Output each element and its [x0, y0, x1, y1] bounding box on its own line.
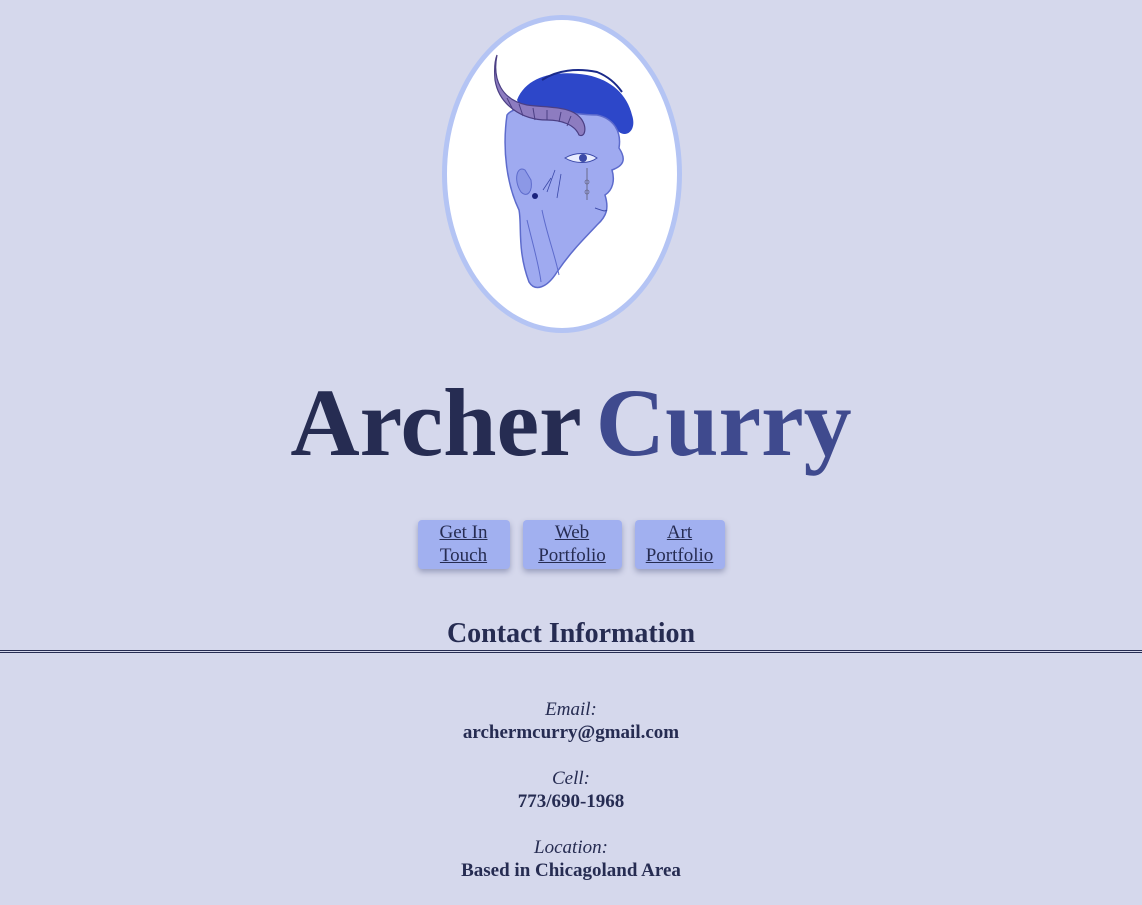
contact-information-heading: Contact Information: [446, 618, 696, 649]
nav-label-line1: Get In: [439, 522, 488, 543]
section-divider: [0, 650, 1142, 653]
page: Archer Curry Get In Touch Web Portfolio A…: [0, 0, 1142, 905]
first-name: Archer: [290, 369, 582, 476]
email-value: archermcurry@gmail.com: [462, 722, 680, 743]
nav-label-line2: Portfolio: [538, 545, 606, 566]
contact-cell: Cell: 773/690-1968: [0, 767, 1142, 813]
location-label: Location:: [534, 837, 608, 858]
location-value: Based in Chicagoland Area: [461, 860, 681, 881]
web-portfolio-button[interactable]: Web Portfolio: [522, 520, 622, 569]
portrait-illustration: [494, 54, 634, 289]
nav-label-line1: Art: [666, 522, 693, 543]
nav-label-line1: Web: [554, 522, 590, 543]
profile-portrait: [442, 15, 682, 333]
email-label: Email:: [545, 699, 597, 720]
cell-value: 773/690-1968: [517, 791, 625, 812]
get-in-touch-button[interactable]: Get In Touch: [417, 520, 510, 569]
contact-details: Email: archermcurry@gmail.com Cell: 773/…: [0, 698, 1142, 905]
main-nav: Get In Touch Web Portfolio Art Portfolio: [0, 520, 1142, 569]
art-portfolio-button[interactable]: Art Portfolio: [634, 520, 725, 569]
nav-label-line2: Touch: [439, 545, 488, 566]
contact-location: Location: Based in Chicagoland Area: [0, 836, 1142, 882]
cell-label: Cell:: [552, 768, 590, 789]
contact-email: Email: archermcurry@gmail.com: [0, 698, 1142, 744]
site-name-heading: Archer Curry: [0, 368, 1142, 478]
nav-label-line2: Portfolio: [645, 545, 714, 566]
last-name: Curry: [595, 369, 852, 476]
